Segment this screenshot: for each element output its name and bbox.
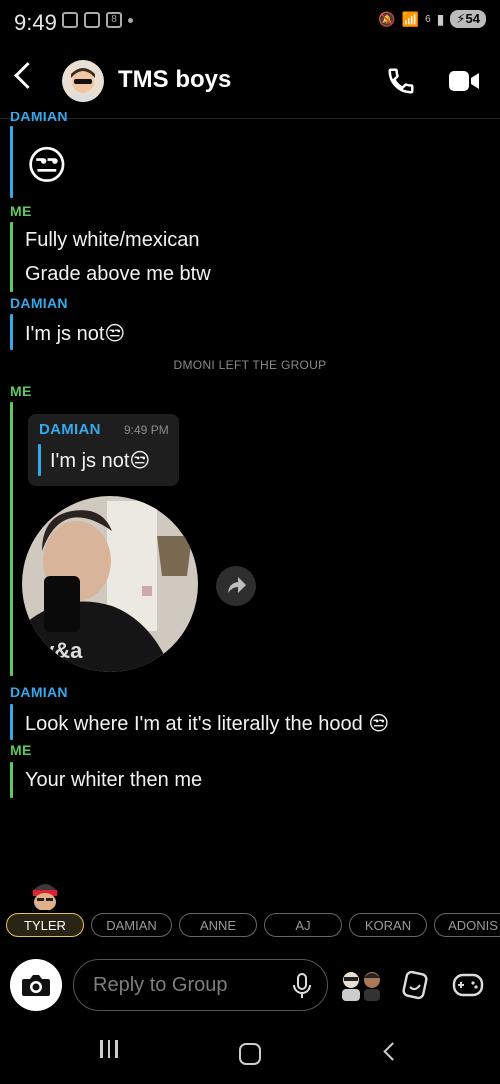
member-chip-koran[interactable]: KORAN bbox=[349, 913, 427, 937]
emoji-message[interactable]: 😒 bbox=[26, 142, 68, 190]
camera-button[interactable] bbox=[10, 959, 62, 1011]
wifi-label: 6 bbox=[425, 13, 431, 25]
sender-label-damian: DAMIAN bbox=[10, 295, 68, 311]
damian-message-bar bbox=[10, 704, 13, 740]
system-notice: DMONI LEFT THE GROUP bbox=[173, 358, 327, 372]
damian-message-bar bbox=[10, 126, 13, 198]
chat-message[interactable]: Fully white/mexican bbox=[25, 229, 200, 252]
battery-level: 54 bbox=[465, 11, 480, 26]
share-button[interactable] bbox=[216, 566, 256, 606]
phone-icon[interactable] bbox=[386, 66, 416, 96]
status-notification-icons: 8 bbox=[62, 12, 133, 28]
status-system-icons: 🔕 📶 6 ▮ ⚡54 bbox=[378, 10, 486, 28]
badge-count-icon: 8 bbox=[106, 12, 122, 28]
me-message-bar bbox=[10, 762, 13, 798]
recents-icon[interactable] bbox=[100, 1040, 118, 1058]
game-controller-icon[interactable] bbox=[452, 972, 484, 998]
share-arrow-icon bbox=[228, 577, 246, 593]
quoted-bar bbox=[38, 444, 41, 476]
member-chip-anne[interactable]: ANNE bbox=[179, 913, 257, 937]
quoted-time: 9:49 PM bbox=[124, 423, 169, 437]
wifi-icon: 📶 bbox=[401, 10, 420, 27]
app-notification-icon bbox=[84, 12, 100, 28]
sender-label-me: ME bbox=[10, 203, 32, 219]
chat-message[interactable]: Your whiter then me bbox=[25, 769, 202, 792]
battery-icon: ⚡54 bbox=[450, 10, 486, 28]
quoted-sender: DAMIAN bbox=[39, 421, 101, 438]
me-message-bar bbox=[10, 222, 13, 292]
chat-message[interactable]: Look where I'm at it's literally the hoo… bbox=[25, 711, 389, 736]
member-chip-tyler[interactable]: TYLER bbox=[6, 913, 84, 937]
member-chip-adonis[interactable]: ADONIS bbox=[434, 913, 500, 937]
chat-message[interactable]: Grade above me btw bbox=[25, 263, 211, 286]
quoted-text: I'm js not😒 bbox=[50, 450, 151, 472]
sender-label-me: ME bbox=[10, 742, 32, 758]
signal-icon: ▮ bbox=[436, 10, 445, 27]
chat-message[interactable]: I'm js not😒 bbox=[25, 321, 125, 346]
microphone-icon[interactable] bbox=[290, 972, 314, 1000]
camera-icon bbox=[22, 975, 50, 996]
back-nav-icon[interactable] bbox=[383, 1042, 402, 1061]
reply-placeholder: Reply to Group bbox=[93, 974, 228, 996]
sender-label-damian: DAMIAN bbox=[10, 684, 68, 700]
more-dot-icon bbox=[128, 17, 133, 23]
status-bar: 9:49 8 🔕 📶 6 ▮ ⚡54 bbox=[0, 0, 500, 44]
me-message-bar bbox=[10, 402, 13, 676]
chat-title[interactable]: TMS boys bbox=[118, 66, 231, 94]
member-chip-damian[interactable]: DAMIAN bbox=[91, 913, 172, 937]
chat-header: TMS boys bbox=[0, 44, 500, 119]
status-time: 9:49 bbox=[14, 10, 57, 35]
sender-label-me: ME bbox=[10, 383, 32, 399]
screenshot-icon bbox=[62, 12, 78, 28]
sticker-icon[interactable] bbox=[400, 970, 430, 1000]
bitmoji-icon[interactable] bbox=[338, 968, 386, 1002]
mute-icon: 🔕 bbox=[378, 10, 396, 27]
quoted-reply[interactable]: DAMIAN 9:49 PM I'm js not😒 bbox=[28, 414, 179, 486]
home-icon[interactable] bbox=[239, 1043, 261, 1065]
typing-bitmoji-icon bbox=[32, 884, 58, 910]
group-avatar[interactable] bbox=[62, 60, 104, 102]
shared-photo[interactable]: v&a bbox=[22, 496, 198, 672]
chevron-left-icon[interactable] bbox=[14, 62, 41, 89]
video-camera-icon[interactable] bbox=[448, 68, 480, 94]
svg-text:v&a: v&a bbox=[42, 638, 83, 663]
damian-message-bar bbox=[10, 314, 13, 350]
member-chip-aj[interactable]: AJ bbox=[264, 913, 342, 937]
